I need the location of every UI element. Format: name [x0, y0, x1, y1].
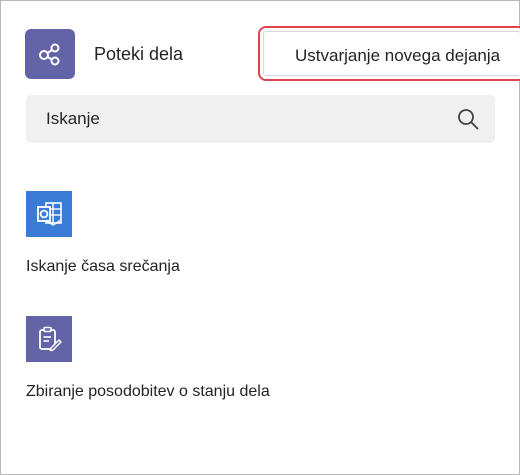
clipboard-edit-icon	[39, 326, 62, 352]
template-icon-tile	[26, 191, 72, 237]
template-label: Zbiranje posodobitev o stanju dela	[26, 383, 270, 400]
search-icon[interactable]	[456, 107, 480, 131]
create-new-action-label: Ustvarjanje novega dejanja	[295, 46, 501, 65]
outlook-calendar-icon	[37, 202, 62, 226]
share-nodes-icon	[39, 43, 60, 66]
template-find-meeting-time[interactable]: Iskanje časa srečanja	[26, 191, 180, 276]
search-input[interactable]	[26, 95, 446, 143]
workflows-panel: Poteki dela Ustvarjanje novega dejanja I…	[0, 0, 520, 475]
create-new-action-button[interactable]: Ustvarjanje novega dejanja	[258, 26, 520, 81]
template-collect-status-updates[interactable]: Zbiranje posodobitev o stanju dela	[26, 316, 270, 401]
page-title: Poteki dela	[94, 44, 184, 64]
workflows-app-icon	[25, 29, 75, 79]
template-label: Iskanje časa srečanja	[26, 258, 180, 275]
search-box	[26, 95, 495, 143]
template-icon-tile	[26, 316, 72, 362]
